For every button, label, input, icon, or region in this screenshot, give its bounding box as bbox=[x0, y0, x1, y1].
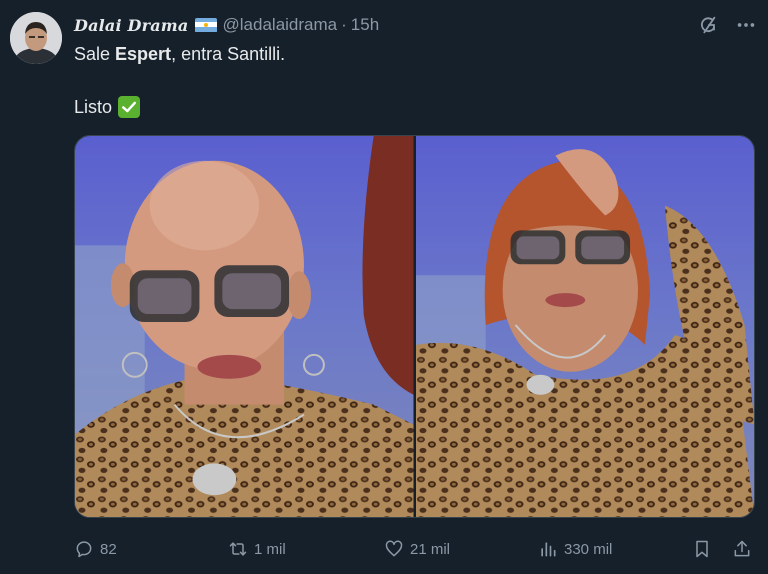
bookmark-button[interactable] bbox=[692, 539, 712, 559]
bookmark-icon bbox=[696, 540, 708, 558]
reply-button[interactable]: 82 bbox=[74, 539, 117, 559]
tweet-header: Dalai Drama @ladalaidrama · 15h bbox=[74, 12, 758, 38]
like-button[interactable]: 21 mil bbox=[384, 539, 450, 559]
photo-1[interactable] bbox=[75, 136, 414, 517]
photo-1-image bbox=[75, 136, 414, 517]
argentina-flag-icon bbox=[194, 17, 217, 33]
more-icon[interactable] bbox=[734, 13, 758, 37]
separator-dot: · bbox=[341, 15, 347, 34]
reply-icon bbox=[76, 541, 92, 558]
avatar[interactable] bbox=[10, 12, 62, 64]
action-bar: 82 1 mil 21 mil 330 mil bbox=[74, 536, 754, 562]
media-grid bbox=[74, 135, 755, 518]
retweet-count: 1 mil bbox=[254, 540, 286, 558]
views-button[interactable]: 330 mil bbox=[538, 539, 612, 559]
text-listo: Listo bbox=[74, 96, 113, 117]
text-bold-name: Espert bbox=[115, 44, 172, 64]
like-count: 21 mil bbox=[410, 540, 451, 558]
heart-icon bbox=[385, 540, 403, 557]
share-button[interactable] bbox=[732, 539, 752, 559]
tweet[interactable]: Dalai Drama @ladalaidrama · 15h Sale Esp… bbox=[0, 0, 768, 574]
text-after: , entra Santilli. bbox=[171, 44, 286, 64]
reply-count: 82 bbox=[100, 540, 117, 558]
photo-2[interactable] bbox=[415, 136, 754, 517]
header-actions bbox=[696, 12, 758, 38]
photo-2-image bbox=[415, 136, 754, 517]
handle[interactable]: @ladalaidrama bbox=[223, 15, 338, 35]
views-icon bbox=[541, 542, 556, 557]
timestamp[interactable]: 15h bbox=[351, 15, 379, 35]
tweet-text-line1: Sale Espert, entra Santilli. bbox=[74, 44, 285, 65]
views-count: 330 mil bbox=[564, 540, 613, 558]
retweet-button[interactable]: 1 mil bbox=[228, 539, 286, 559]
share-icon bbox=[734, 540, 750, 557]
check-mark-icon bbox=[118, 96, 141, 118]
tweet-text-line2: Listo bbox=[74, 96, 141, 118]
text-before: Sale bbox=[74, 44, 116, 64]
display-name[interactable]: Dalai Drama bbox=[74, 16, 189, 35]
retweet-icon bbox=[229, 542, 247, 556]
grok-icon[interactable] bbox=[696, 13, 720, 37]
